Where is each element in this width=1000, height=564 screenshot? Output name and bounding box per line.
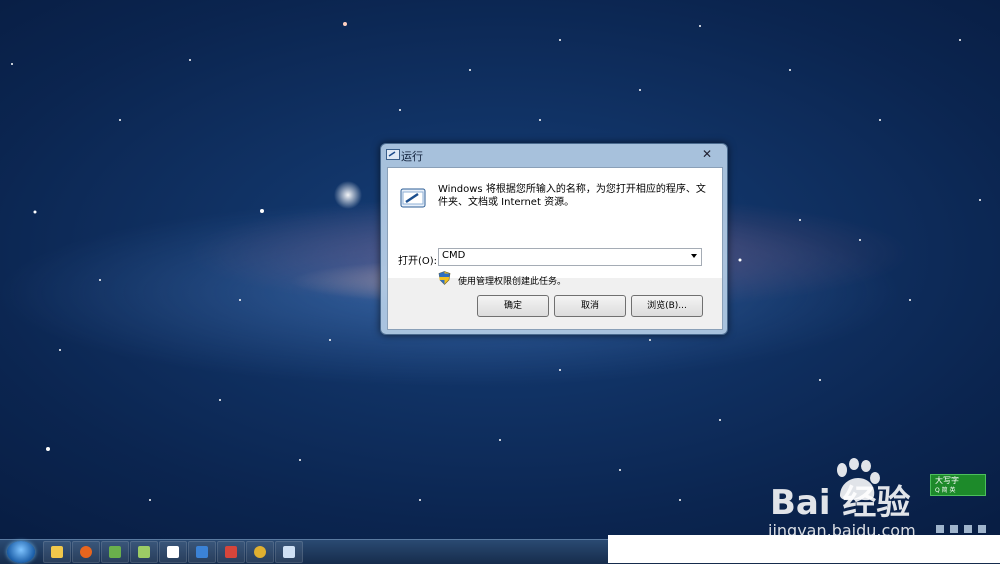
media-player-icon[interactable] [188,541,216,563]
app-icon[interactable] [217,541,245,563]
open-label: 打开(O): [398,256,438,267]
firefox-icon[interactable] [72,541,100,563]
dialog-body: Windows 将根据您所输入的名称，为您打开相应的程序、文件夹、文档或 Int… [387,167,723,330]
run-dialog: 运行 ✕ Windows 将根据您所输入的名称，为您打开相应的程序、文件夹、文档… [380,143,728,335]
dialog-titlebar[interactable]: 运行 ✕ [381,144,727,166]
ime-sub: Q 简 英 [935,487,956,494]
run-program-icon [400,188,426,208]
cancel-button[interactable]: 取消 [554,295,626,317]
blank-overlay [608,535,1000,563]
dialog-description: Windows 将根据您所输入的名称，为您打开相应的程序、文件夹、文档或 Int… [438,184,706,208]
admin-note: 使用管理权限创建此任务。 [458,277,567,287]
ime-toolbar[interactable]: 大写字 Q 简 英 [930,474,986,496]
document-icon[interactable] [159,541,187,563]
chevron-down-icon[interactable] [691,254,697,258]
ok-button[interactable]: 确定 [477,295,549,317]
command-value[interactable]: CMD [442,250,465,261]
chrome-icon[interactable] [246,541,274,563]
app-icon[interactable] [101,541,129,563]
close-icon[interactable]: ✕ [699,147,715,162]
browse-button[interactable]: 浏览(B)... [631,295,703,317]
tray-icons [936,525,986,533]
baidu-watermark-brand: Bai 经验 [770,483,911,523]
run-icon [386,149,400,160]
shield-icon [438,271,451,285]
run-dialog-icon[interactable] [275,541,303,563]
start-button[interactable] [7,541,35,563]
command-combobox[interactable]: CMD [438,248,702,266]
file-explorer-icon[interactable] [43,541,71,563]
dialog-title: 运行 [401,150,423,163]
app-icon[interactable] [130,541,158,563]
